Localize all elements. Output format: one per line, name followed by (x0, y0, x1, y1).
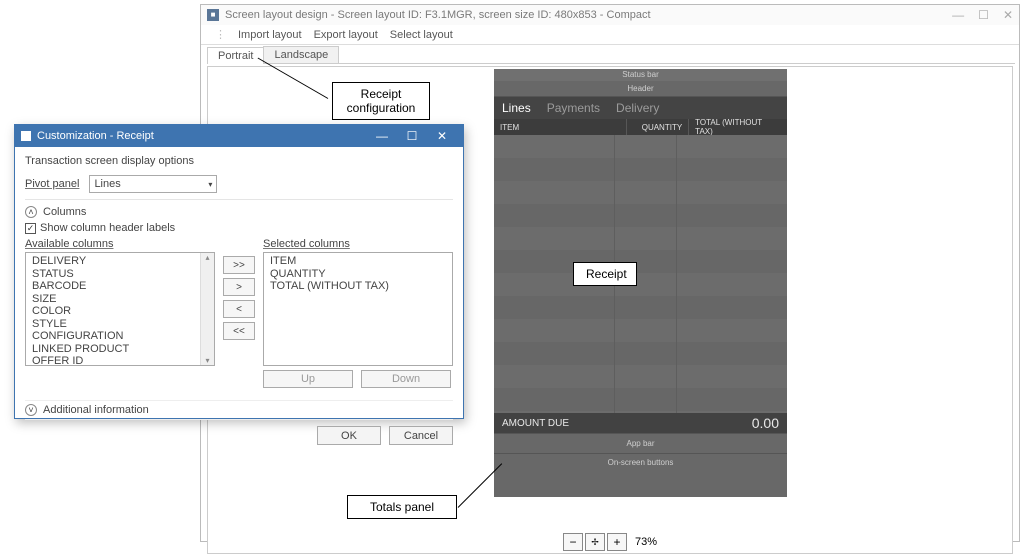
available-columns-list[interactable]: DELIVERY STATUS BARCODE SIZE COLOR STYLE… (25, 252, 215, 366)
cancel-button[interactable]: Cancel (389, 426, 453, 445)
zoom-fit-button[interactable]: ✢ (585, 533, 605, 551)
preview-tab-payments[interactable]: Payments (547, 101, 600, 115)
window-title: Screen layout design - Screen layout ID:… (225, 9, 651, 21)
preview-tabs: Lines Payments Delivery (494, 97, 787, 119)
col-total: TOTAL (WITHOUT TAX) (689, 119, 787, 135)
dialog-maximize-icon[interactable]: ☐ (397, 129, 427, 143)
dialog-minimize-icon[interactable]: — (367, 129, 397, 143)
additional-info-expander[interactable]: ˅ Additional information (25, 400, 453, 420)
preview-rows (494, 135, 787, 413)
callout-receipt-config: Receiptconfiguration (332, 82, 430, 120)
callout-receipt: Receipt (573, 262, 637, 286)
show-labels-checkbox[interactable]: ✓ (25, 223, 36, 234)
dialog-titlebar: Customization - Receipt — ☐ ✕ (15, 125, 463, 147)
selected-label: Selected columns (263, 238, 453, 250)
move-all-left-button[interactable]: << (223, 322, 255, 340)
preview-appbar: App bar (494, 433, 787, 453)
pivot-value: Lines (94, 178, 120, 190)
dialog-heading: Transaction screen display options (25, 155, 453, 167)
selected-columns-list[interactable]: ITEM QUANTITY TOTAL (WITHOUT TAX) (263, 252, 453, 366)
menu-import[interactable]: Import layout (238, 29, 302, 41)
maximize-icon[interactable]: ☐ (978, 8, 989, 22)
customization-dialog: Customization - Receipt — ☐ ✕ Transactio… (14, 124, 464, 419)
show-labels-text: Show column header labels (40, 222, 175, 234)
chevron-down-icon: ˅ (25, 404, 37, 416)
minimize-icon[interactable]: — (952, 8, 964, 22)
dialog-close-icon[interactable]: ✕ (427, 129, 457, 143)
preview-totals-panel[interactable]: AMOUNT DUE 0.00 (494, 413, 787, 433)
close-icon[interactable]: ✕ (1003, 8, 1013, 22)
col-item: ITEM (494, 119, 627, 135)
chevron-down-icon: ▾ (208, 180, 212, 189)
menu-grip-icon: ⋮ (215, 28, 226, 41)
total-label: AMOUNT DUE (502, 418, 569, 429)
available-label: Available columns (25, 238, 215, 250)
dialog-icon (21, 131, 31, 141)
move-all-right-button[interactable]: >> (223, 256, 255, 274)
menu-select[interactable]: Select layout (390, 29, 453, 41)
preview-column-headers: ITEM QUANTITY TOTAL (WITHOUT TAX) (494, 119, 787, 135)
preview-onscreen-buttons: On-screen buttons (494, 453, 787, 497)
up-button[interactable]: Up (263, 370, 353, 388)
total-value: 0.00 (752, 415, 779, 431)
menubar: ⋮ Import layout Export layout Select lay… (201, 25, 1019, 45)
move-right-button[interactable]: > (223, 278, 255, 296)
callout-totals: Totals panel (347, 495, 457, 519)
pivot-label: Pivot panel (25, 178, 79, 190)
columns-expander[interactable]: ˄ Columns (25, 206, 453, 218)
titlebar: ■ Screen layout design - Screen layout I… (201, 5, 1019, 25)
dialog-title: Customization - Receipt (37, 130, 154, 142)
move-left-button[interactable]: < (223, 300, 255, 318)
zoom-out-button[interactable]: − (563, 533, 583, 551)
receipt-preview[interactable]: Status bar Header Lines Payments Deliver… (494, 69, 787, 497)
zoom-value: 73% (635, 536, 657, 548)
preview-tab-delivery[interactable]: Delivery (616, 101, 659, 115)
tab-portrait[interactable]: Portrait (207, 47, 264, 64)
zoom-controls: − ✢ + 73% (208, 533, 1012, 551)
ok-button[interactable]: OK (317, 426, 381, 445)
preview-statusbar: Status bar (494, 69, 787, 81)
scrollbar[interactable]: ▴▾ (200, 253, 214, 365)
down-button[interactable]: Down (361, 370, 451, 388)
col-quantity: QUANTITY (627, 119, 689, 135)
chevron-up-icon: ˄ (25, 206, 37, 218)
app-icon: ■ (207, 9, 219, 21)
zoom-in-button[interactable]: + (607, 533, 627, 551)
tabstrip: Portrait Landscape (207, 46, 1015, 64)
menu-export[interactable]: Export layout (314, 29, 378, 41)
preview-tab-lines[interactable]: Lines (502, 101, 531, 115)
tab-landscape[interactable]: Landscape (263, 46, 339, 63)
pivot-panel-select[interactable]: Lines ▾ (89, 175, 217, 193)
preview-header: Header (494, 81, 787, 97)
